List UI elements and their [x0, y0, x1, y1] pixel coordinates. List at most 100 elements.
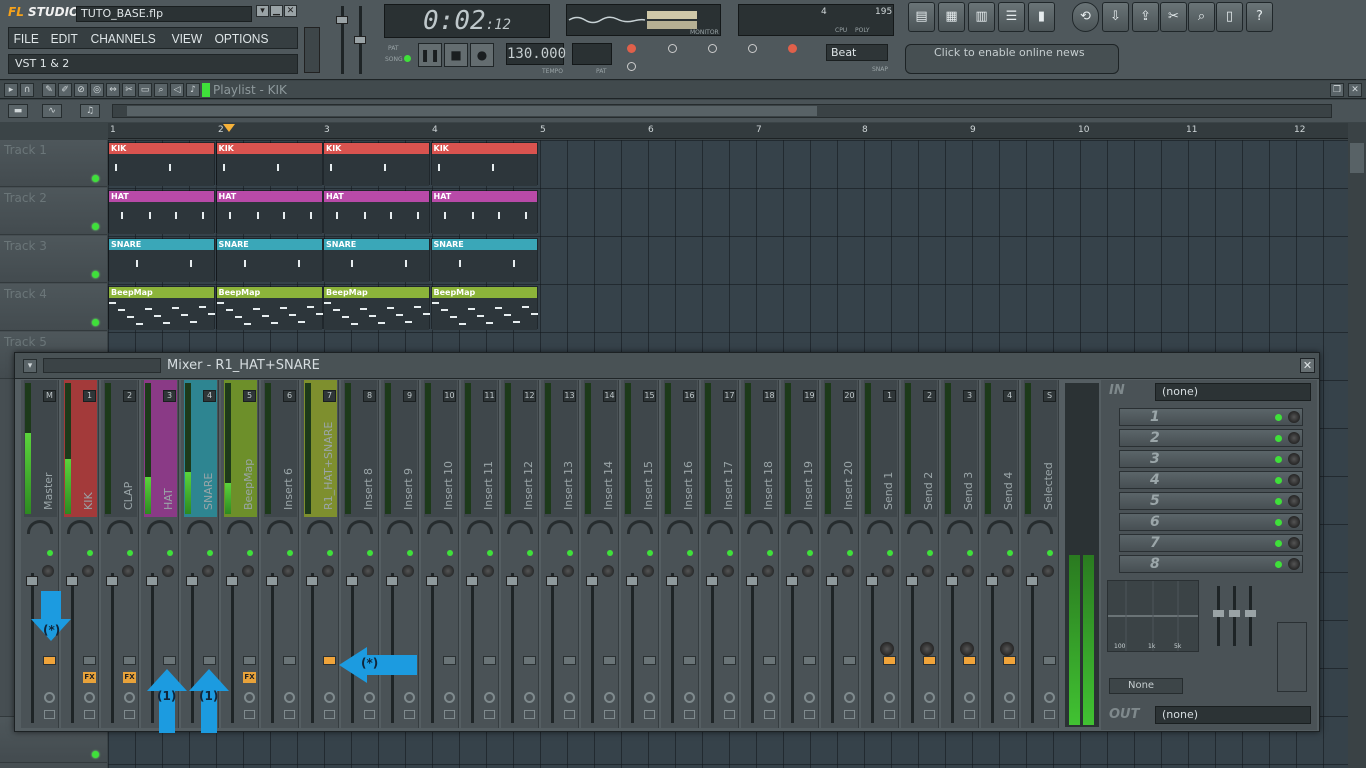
- pan-knob[interactable]: [962, 565, 974, 577]
- disk-record-icon[interactable]: [924, 710, 935, 719]
- output-select[interactable]: (none): [1155, 706, 1311, 724]
- phase-ring-icon[interactable]: [804, 692, 815, 703]
- playback-tool-icon[interactable]: ◁: [170, 83, 184, 97]
- pan-knob[interactable]: [1002, 565, 1014, 577]
- disk-record-icon[interactable]: [484, 710, 495, 719]
- mixer-strip[interactable]: 2 CLAP FX: [101, 380, 139, 728]
- mixer-view-switch[interactable]: [43, 358, 161, 373]
- fx-slot-mix-knob[interactable]: [1288, 411, 1300, 423]
- mixer-strip[interactable]: 2 Send 2: [901, 380, 939, 728]
- strip-enable-led[interactable]: [1047, 550, 1053, 556]
- song-position-display[interactable]: 0:02:12: [384, 4, 550, 38]
- strip-enable-led[interactable]: [767, 550, 773, 556]
- fx-slot-enable-led[interactable]: [1275, 519, 1282, 526]
- volume-fader[interactable]: [946, 576, 958, 586]
- mixer-strip[interactable]: 11 Insert 11: [461, 380, 499, 728]
- phase-ring-icon[interactable]: [404, 692, 415, 703]
- disk-record-icon[interactable]: [804, 710, 815, 719]
- stereo-knob[interactable]: [747, 520, 773, 534]
- fx-slot-enable-led[interactable]: [1275, 414, 1282, 421]
- pattern-clip[interactable]: KIK: [215, 142, 323, 186]
- phase-ring-icon[interactable]: [44, 692, 55, 703]
- stereo-knob[interactable]: [827, 520, 853, 534]
- disk-record-icon[interactable]: [684, 710, 695, 719]
- route-arrow-icon[interactable]: [323, 656, 336, 665]
- mixer-strip[interactable]: 14 Insert 14: [581, 380, 619, 728]
- close-playlist-icon[interactable]: ✕: [1348, 83, 1362, 97]
- route-arrow-icon[interactable]: [203, 656, 216, 665]
- pattern-clip[interactable]: BeepMap: [108, 286, 215, 330]
- volume-fader[interactable]: [906, 576, 918, 586]
- mixer-strip[interactable]: M Master: [21, 380, 59, 728]
- piano-roll-icon[interactable]: ▥: [968, 2, 995, 32]
- track-header[interactable]: Track 1: [0, 140, 107, 187]
- stereo-knob[interactable]: [67, 520, 93, 534]
- pattern-clip[interactable]: KIK: [108, 142, 215, 186]
- browser-icon[interactable]: ☰: [998, 2, 1025, 32]
- minimize-icon[interactable]: ▁: [270, 5, 283, 17]
- mixer-strip[interactable]: 15 Insert 15: [621, 380, 659, 728]
- track-mute-led[interactable]: [92, 175, 99, 182]
- disk-record-icon[interactable]: [124, 710, 135, 719]
- route-arrow-icon[interactable]: [923, 656, 936, 665]
- track-header[interactable]: Track 2: [0, 188, 107, 235]
- pattern-number-display[interactable]: [572, 43, 612, 65]
- pattern-clip[interactable]: HAT: [215, 190, 323, 234]
- disk-record-icon[interactable]: [364, 710, 375, 719]
- strip-enable-led[interactable]: [607, 550, 613, 556]
- fx-slot[interactable]: 6: [1119, 513, 1303, 531]
- mixer-strip[interactable]: 20 Insert 20: [821, 380, 859, 728]
- volume-fader[interactable]: [186, 576, 198, 586]
- disk-record-icon[interactable]: [244, 710, 255, 719]
- mixer-strip[interactable]: 19 Insert 19: [781, 380, 819, 728]
- phase-ring-icon[interactable]: [964, 692, 975, 703]
- volume-fader[interactable]: [746, 576, 758, 586]
- volume-fader[interactable]: [1026, 576, 1038, 586]
- mixer-strip[interactable]: 16 Insert 16: [661, 380, 699, 728]
- fx-slot-mix-knob[interactable]: [1288, 495, 1300, 507]
- loop-record-led[interactable]: [748, 44, 757, 53]
- mixer-strip[interactable]: 6 Insert 6: [261, 380, 299, 728]
- phase-ring-icon[interactable]: [84, 692, 95, 703]
- mute-tool-icon[interactable]: ◎: [90, 83, 104, 97]
- strip-enable-led[interactable]: [287, 550, 293, 556]
- disk-record-icon[interactable]: [1004, 710, 1015, 719]
- master-volume-slider[interactable]: [336, 6, 348, 74]
- strip-enable-led[interactable]: [727, 550, 733, 556]
- disk-record-icon[interactable]: [604, 710, 615, 719]
- menu-edit[interactable]: EDIT: [46, 28, 82, 49]
- disk-record-icon[interactable]: [524, 710, 535, 719]
- mixer-titlebar[interactable]: ▾ Mixer - R1_HAT+SNARE ✕: [15, 353, 1319, 379]
- volume-fader[interactable]: [26, 576, 38, 586]
- strip-enable-led[interactable]: [167, 550, 173, 556]
- route-arrow-icon[interactable]: [283, 656, 296, 665]
- tools-icon[interactable]: ✂: [1160, 2, 1187, 32]
- disk-record-icon[interactable]: [724, 710, 735, 719]
- stereo-knob[interactable]: [587, 520, 613, 534]
- route-arrow-icon[interactable]: [603, 656, 616, 665]
- volume-fader[interactable]: [586, 576, 598, 586]
- route-arrow-icon[interactable]: [803, 656, 816, 665]
- stereo-knob[interactable]: [227, 520, 253, 534]
- fx-slot-mix-knob[interactable]: [1288, 537, 1300, 549]
- route-arrow-icon[interactable]: [243, 656, 256, 665]
- strip-enable-led[interactable]: [87, 550, 93, 556]
- speaker-icon[interactable]: ♪: [186, 83, 200, 97]
- scroll-thumb[interactable]: [127, 106, 817, 116]
- route-arrow-icon[interactable]: [443, 656, 456, 665]
- vertical-scrollbar[interactable]: [1348, 123, 1366, 768]
- stereo-knob[interactable]: [907, 520, 933, 534]
- track-header[interactable]: Track 4: [0, 284, 107, 331]
- stereo-knob[interactable]: [627, 520, 653, 534]
- fx-slot-enable-led[interactable]: [1275, 498, 1282, 505]
- pan-knob[interactable]: [42, 565, 54, 577]
- song-mode-led[interactable]: [404, 55, 411, 62]
- route-arrow-icon[interactable]: [123, 656, 136, 665]
- volume-fader[interactable]: [306, 576, 318, 586]
- send-level-knob[interactable]: [960, 642, 974, 656]
- pan-knob[interactable]: [122, 565, 134, 577]
- stereo-knob[interactable]: [1027, 520, 1053, 534]
- route-arrow-icon[interactable]: [1043, 656, 1056, 665]
- volume-fader[interactable]: [826, 576, 838, 586]
- pan-knob[interactable]: [202, 565, 214, 577]
